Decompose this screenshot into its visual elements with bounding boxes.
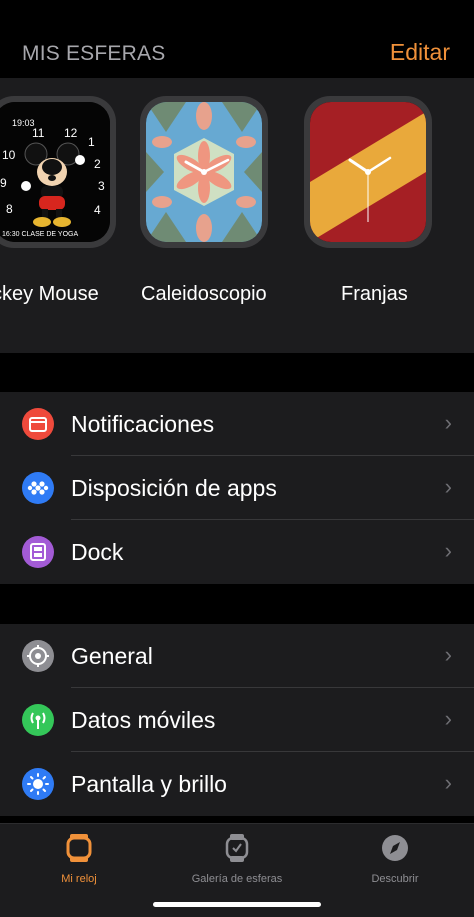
edit-button[interactable]: Editar <box>390 39 450 66</box>
svg-text:3: 3 <box>98 179 105 193</box>
tab-my-watch[interactable]: Mi reloj <box>48 832 110 885</box>
row-display-brightness[interactable]: Pantalla y brillo › <box>0 752 474 816</box>
face-label-kaleidoscope: Caleidoscopio <box>141 283 267 305</box>
chevron-right-icon: › <box>444 474 452 499</box>
notifications-icon <box>22 408 54 440</box>
row-dock[interactable]: Dock › <box>0 520 474 584</box>
app-layout-icon <box>22 472 54 504</box>
settings-group-apps: Notificaciones › Disposición de apps › D… <box>0 392 474 584</box>
header: MIS ESFERAS Editar <box>0 0 474 78</box>
tab-discover[interactable]: Descubrir <box>364 832 426 885</box>
svg-text:10: 10 <box>2 148 16 162</box>
svg-text:8: 8 <box>6 202 13 216</box>
row-notifications[interactable]: Notificaciones › <box>0 392 474 456</box>
watch-face-mickey[interactable]: 19:03 11 12 1 10 2 9 3 8 4 16:30 CLASE D… <box>0 96 116 248</box>
section-title: MIS ESFERAS <box>22 42 166 65</box>
dock-icon <box>22 536 54 568</box>
chevron-right-icon: › <box>444 538 452 563</box>
chevron-right-icon: › <box>444 410 452 435</box>
watch-gallery-icon <box>225 834 249 862</box>
watch-icon <box>66 834 92 862</box>
svg-text:12: 12 <box>64 126 78 140</box>
tab-face-gallery[interactable]: Galería de esferas <box>180 832 294 885</box>
watch-face-stripes[interactable] <box>304 96 432 248</box>
row-app-layout[interactable]: Disposición de apps › <box>0 456 474 520</box>
chevron-right-icon: › <box>444 706 452 731</box>
svg-text:9: 9 <box>0 176 7 190</box>
compass-icon <box>382 835 408 861</box>
cellular-icon <box>22 704 54 736</box>
complication-event: 16:30 CLASE DE YOGA <box>2 231 78 238</box>
watch-face-kaleidoscope[interactable] <box>140 96 268 248</box>
face-label-stripes: Franjas <box>341 283 408 305</box>
home-indicator <box>153 902 321 907</box>
svg-text:1: 1 <box>88 135 95 149</box>
svg-text:4: 4 <box>94 203 101 217</box>
gear-icon <box>22 640 54 672</box>
row-cellular[interactable]: Datos móviles › <box>0 688 474 752</box>
row-general[interactable]: General › <box>0 624 474 688</box>
chevron-right-icon: › <box>444 642 452 667</box>
chevron-right-icon: › <box>444 770 452 795</box>
watch-faces-carousel[interactable]: 19:03 11 12 1 10 2 9 3 8 4 16:30 CLASE D… <box>0 78 474 353</box>
brightness-icon <box>22 768 54 800</box>
face-label-mickey: ckey Mouse <box>0 283 99 305</box>
svg-text:2: 2 <box>94 157 101 171</box>
settings-group-system: General › Datos móviles › Pantalla y bri… <box>0 624 474 816</box>
svg-text:11: 11 <box>32 126 45 140</box>
